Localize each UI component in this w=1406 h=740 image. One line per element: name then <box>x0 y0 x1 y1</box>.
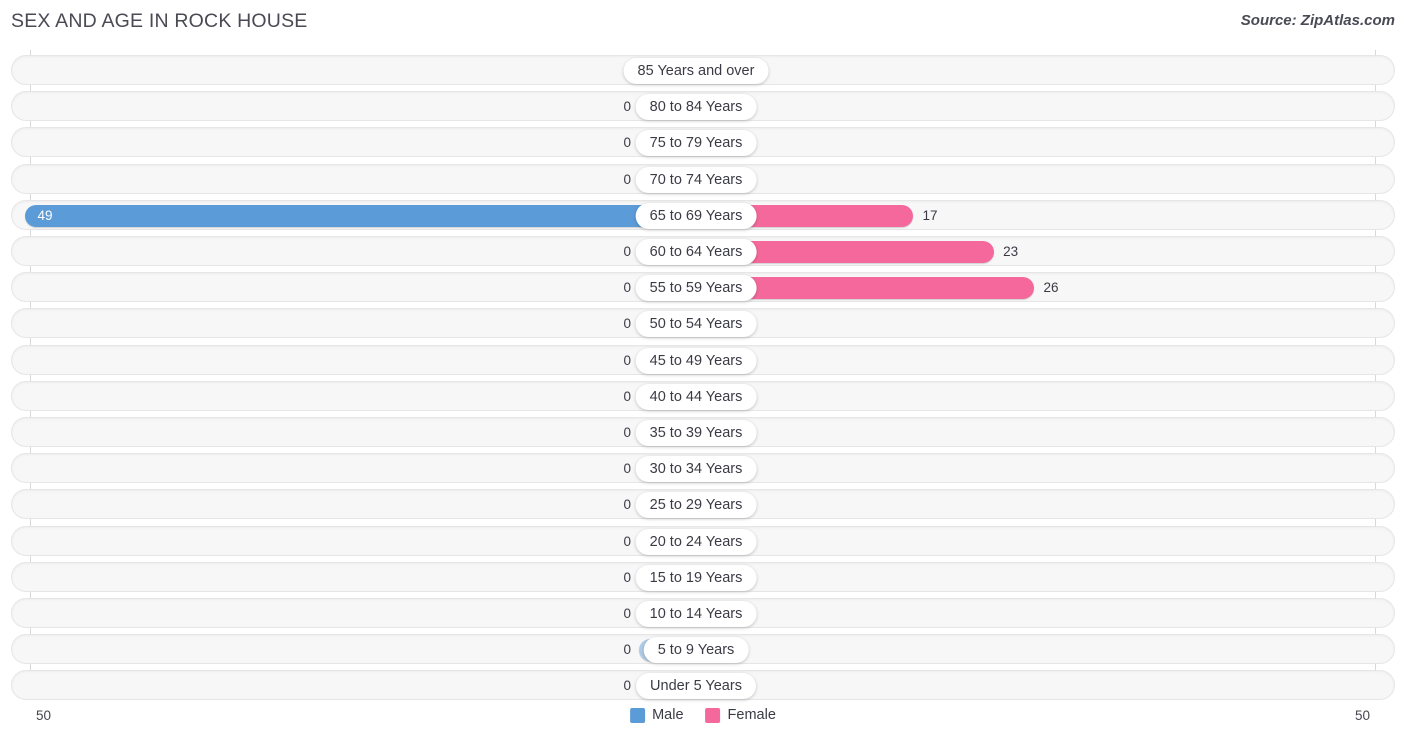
value-label-female: 23 <box>1003 244 1019 259</box>
age-group-row: 0080 to 84 Years <box>11 91 1395 122</box>
value-label-male: 0 <box>623 171 631 187</box>
age-group-label: Under 5 Years <box>636 673 756 700</box>
age-group-label: 20 to 24 Years <box>635 528 757 555</box>
age-group-row: 0070 to 74 Years <box>11 163 1395 194</box>
age-group-label: 5 to 9 Years <box>643 637 749 664</box>
age-group-row: 00Under 5 Years <box>11 670 1395 701</box>
chart-legend: Male Female <box>630 707 776 723</box>
age-group-row: 0030 to 34 Years <box>11 453 1395 484</box>
age-group-label: 55 to 59 Years <box>635 275 757 302</box>
chart-footer: 50 Male Female 50 <box>0 702 1406 740</box>
value-label-male: 0 <box>623 569 631 585</box>
age-group-row: 0 26 55 to 59 Years <box>11 272 1395 303</box>
value-label-male: 0 <box>623 533 631 549</box>
age-group-label: 15 to 19 Years <box>635 564 757 591</box>
value-label-male: 0 <box>623 606 631 621</box>
legend-swatch-male-icon <box>630 707 646 723</box>
age-group-row: 0040 to 44 Years <box>11 380 1395 411</box>
legend-swatch-female-icon <box>705 707 721 723</box>
bar-male[interactable] <box>25 204 685 227</box>
value-label-male: 0 <box>623 99 631 115</box>
value-label-male: 0 <box>623 316 631 332</box>
age-group-row: 0050 to 54 Years <box>11 308 1395 339</box>
legend-label-female: Female <box>727 707 776 723</box>
value-label-male: 0 <box>623 135 631 151</box>
value-label-male: 0 <box>623 388 631 404</box>
age-group-label: 30 to 34 Years <box>635 456 757 483</box>
legend-item-female[interactable]: Female <box>705 707 776 723</box>
age-group-label: 85 Years and over <box>623 58 769 84</box>
age-group-label: 75 to 79 Years <box>635 130 757 157</box>
value-label-male: 0 <box>623 461 631 477</box>
age-group-label: 40 to 44 Years <box>635 383 757 410</box>
chart-plot-area: 0085 Years and over0080 to 84 Years0075 … <box>0 50 1406 701</box>
legend-item-male[interactable]: Male <box>630 707 684 723</box>
age-group-row: 0015 to 19 Years <box>11 561 1395 592</box>
value-label-male: 0 <box>623 642 631 658</box>
age-group-label: 50 to 54 Years <box>635 311 757 338</box>
age-group-row: 0 23 60 to 64 Years <box>11 236 1395 266</box>
age-group-label: 60 to 64 Years <box>635 239 757 265</box>
age-group-row: 0045 to 49 Years <box>11 344 1395 375</box>
age-group-row: 0010 to 14 Years <box>11 598 1395 628</box>
population-pyramid-chart: SEX AND AGE IN ROCK HOUSE Source: ZipAtl… <box>0 0 1406 740</box>
legend-label-male: Male <box>652 707 684 723</box>
value-label-male: 0 <box>623 352 631 368</box>
age-group-row: 005 to 9 Years <box>11 634 1395 665</box>
age-group-row: 0085 Years and over <box>11 55 1395 85</box>
age-group-label: 80 to 84 Years <box>635 94 757 121</box>
value-label-male: 0 <box>623 497 631 513</box>
age-group-row: 0075 to 79 Years <box>11 127 1395 158</box>
source-attribution: Source: ZipAtlas.com <box>1240 12 1395 29</box>
age-group-label: 45 to 49 Years <box>635 347 757 374</box>
value-label-male: 0 <box>623 678 631 694</box>
value-label-male: 0 <box>623 425 631 440</box>
age-group-row: 49 17 65 to 69 Years <box>11 199 1395 230</box>
age-group-label: 10 to 14 Years <box>635 601 757 627</box>
axis-max-left-label: 50 <box>36 708 52 723</box>
value-label-female: 26 <box>1043 280 1059 296</box>
age-group-row: 0020 to 24 Years <box>11 525 1395 556</box>
age-group-row: 0025 to 29 Years <box>11 489 1395 520</box>
age-group-label: 35 to 39 Years <box>635 420 757 446</box>
age-group-row: 0035 to 39 Years <box>11 417 1395 447</box>
value-label-male: 0 <box>623 280 631 296</box>
value-label-male: 0 <box>623 244 631 259</box>
axis-max-right-label: 50 <box>1354 708 1370 723</box>
value-label-female: 17 <box>922 207 938 223</box>
age-group-label: 70 to 74 Years <box>635 166 757 193</box>
age-group-label: 65 to 69 Years <box>635 202 757 229</box>
page-title: SEX AND AGE IN ROCK HOUSE <box>11 10 308 32</box>
value-label-male: 49 <box>37 207 53 223</box>
age-group-label: 25 to 29 Years <box>635 492 757 519</box>
chart-header: SEX AND AGE IN ROCK HOUSE Source: ZipAtl… <box>0 0 1406 44</box>
